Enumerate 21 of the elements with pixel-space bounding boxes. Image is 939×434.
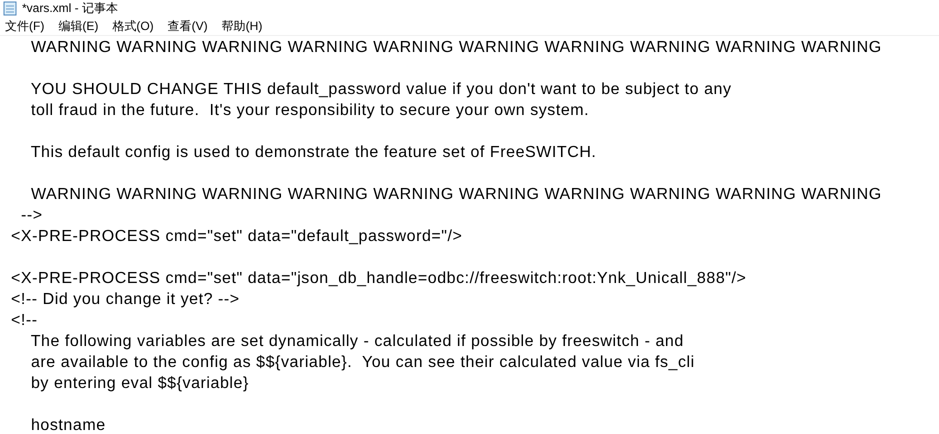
text-line: are available to the config as $${variable}. You can see their calculated value via fs_cli <box>30 353 696 373</box>
window-title: *vars.xml - 记事本 <box>22 0 118 17</box>
text-line: WARNING WARNING WARNING WARNING WARNING WARNING WARNING WARNING WARNING WARNING <box>30 185 883 205</box>
text-line: <X-PRE-PROCESS cmd="set" data="default_password="/> <box>11 227 464 247</box>
text-line: --> <box>20 206 44 226</box>
text-line: toll fraud in the future. It's your responsibility to secure your own system. <box>30 101 590 121</box>
text-line: <X-PRE-PROCESS cmd="set" data="json_db_handle=odbc://freeswitch:root:Ynk_Unicall_888"/> <box>11 269 748 289</box>
text-line: <!-- <box>11 311 39 331</box>
menu-item[interactable]: 帮助(H) <box>216 17 268 35</box>
text-line: The following variables are set dynamically - calculated if possible by freeswitch - and <box>30 332 685 352</box>
text-line: by entering eval $${variable} <box>30 374 250 394</box>
text-line: This default config is used to demonstrate the feature set of FreeSWITCH. <box>30 143 598 163</box>
menu-item[interactable]: 格式(O) <box>107 17 159 35</box>
text-line: YOU SHOULD CHANGE THIS default_password value if you don't want to be subject to any <box>30 80 733 100</box>
notepad-icon <box>3 1 17 16</box>
text-line: hostname <box>30 416 107 434</box>
menu-item[interactable]: 编辑(E) <box>53 17 104 35</box>
menu-item[interactable]: 文件(F) <box>0 17 50 35</box>
menu-item[interactable]: 查看(V) <box>162 17 213 35</box>
text-line: WARNING WARNING WARNING WARNING WARNING WARNING WARNING WARNING WARNING WARNING <box>30 38 883 58</box>
text-line: <!-- Did you change it yet? --> <box>11 290 241 310</box>
